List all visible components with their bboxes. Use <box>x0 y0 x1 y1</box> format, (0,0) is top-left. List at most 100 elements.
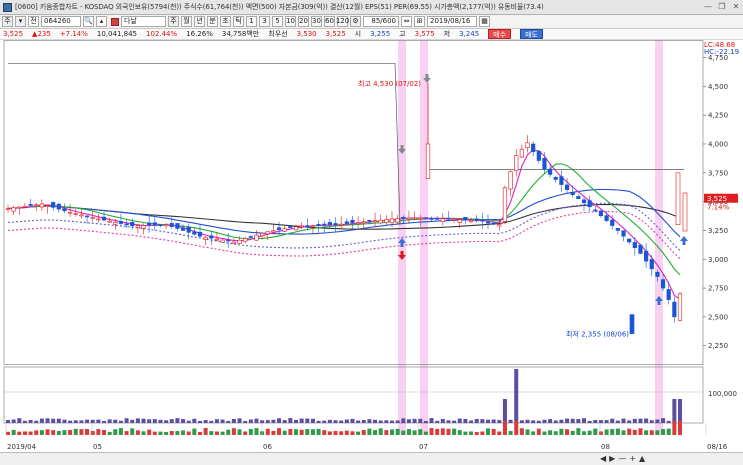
volume-bar <box>85 419 90 423</box>
volume-bar <box>271 419 276 423</box>
period-monthly-button[interactable]: 월 <box>181 16 192 27</box>
scroll-left-button[interactable]: ◀ <box>600 454 606 463</box>
secondary-bar <box>169 431 174 435</box>
secondary-bar <box>34 430 39 435</box>
secondary-bar <box>79 429 84 435</box>
close-button[interactable]: ✕ <box>731 2 741 12</box>
interval-30-button[interactable]: 30 <box>311 16 322 27</box>
candle-body <box>457 219 462 223</box>
price-chart[interactable]: 4,7504,5004,2504,0003,7503,5003,2503,000… <box>0 40 743 452</box>
secondary-bar <box>598 431 603 435</box>
volume-bar <box>322 420 327 423</box>
buy-button[interactable]: 매수 <box>488 29 512 39</box>
secondary-bar <box>644 430 649 435</box>
period-tick-button[interactable]: 틱 <box>233 16 244 27</box>
volume-bar <box>480 419 485 423</box>
secondary-bar <box>440 428 445 435</box>
interval-120-button[interactable]: 120 <box>336 16 349 27</box>
volume-bar <box>130 419 135 423</box>
volume-bar <box>181 419 186 423</box>
turnover-rate: 16.26% <box>186 30 213 38</box>
candle-body <box>260 233 265 237</box>
minimize-button[interactable]: — <box>703 2 713 12</box>
interval-1-button[interactable]: 1 <box>246 16 257 27</box>
volume-bar <box>56 418 61 423</box>
calendar-icon[interactable]: ▦ <box>479 16 490 27</box>
stock-list-arrow[interactable]: ▴ <box>96 16 107 27</box>
candle-body <box>34 204 39 206</box>
scroll-right-button[interactable]: ▶ <box>609 454 615 463</box>
period-second-button[interactable]: 초 <box>220 16 231 27</box>
candle-body <box>327 222 332 226</box>
volume-bar <box>361 420 366 423</box>
interval-20-button[interactable]: 20 <box>298 16 309 27</box>
candle-body <box>497 224 502 227</box>
search-icon[interactable]: 🔍 <box>83 16 94 27</box>
low-label: 저 <box>443 30 451 38</box>
period-yearly-button[interactable]: 년 <box>194 16 205 27</box>
window-title-bar: [0600] 키움종합차트 - KOSDAQ 외국인보유(5794(천)) 주식… <box>0 0 743 15</box>
page-count-field[interactable]: 85/600 <box>363 16 399 27</box>
secondary-bar <box>542 431 547 435</box>
zoom-in-button[interactable]: + <box>629 454 636 463</box>
sell-button[interactable]: 매도 <box>520 29 543 39</box>
volume-bar <box>186 420 191 423</box>
zoom-icon[interactable]: ⇔ <box>401 16 412 27</box>
volume-bar <box>6 420 10 423</box>
stock-code-input[interactable]: 064260 <box>41 16 81 27</box>
volume-bar <box>666 420 671 423</box>
secondary-bar <box>593 428 598 435</box>
volume-bar <box>627 420 632 423</box>
secondary-bar <box>73 428 78 435</box>
volume-bar <box>96 419 101 423</box>
zoom-out-button[interactable]: — <box>618 454 626 463</box>
secondary-bar <box>265 428 270 435</box>
secondary-bar <box>243 431 248 435</box>
price-axis-label: 4,000 <box>708 140 728 148</box>
candle-body <box>389 218 395 224</box>
interval-3-button[interactable]: 3 <box>259 16 270 27</box>
candle-body <box>11 207 16 212</box>
secondary-bar <box>316 428 321 435</box>
date-field[interactable]: 2019/08/16 <box>427 16 477 27</box>
stock-name-field[interactable]: 다날 <box>121 16 166 27</box>
interval-10-button[interactable]: 10 <box>285 16 296 27</box>
candle-body <box>130 222 135 227</box>
candle-body <box>350 219 355 224</box>
volume-bar <box>282 420 287 423</box>
volume-bar <box>632 418 637 423</box>
candle-body <box>316 224 321 226</box>
volume-bar <box>39 418 44 423</box>
restore-button[interactable]: ❐ <box>717 2 727 12</box>
volume-bar <box>45 418 50 423</box>
interval-5-button[interactable]: 5 <box>272 16 283 27</box>
secondary-bar <box>96 429 101 435</box>
settings-icon[interactable]: ⚙ <box>350 16 361 27</box>
chart-tool-icon[interactable]: ⊞ <box>414 16 425 27</box>
volume-bar <box>164 420 169 423</box>
candle-body <box>293 226 299 231</box>
volume-bar <box>661 418 666 423</box>
candle-body <box>576 196 581 200</box>
secondary-bar <box>56 430 61 435</box>
chart-type-arrow[interactable]: ▾ <box>15 16 26 27</box>
volume-bar <box>565 418 570 423</box>
volume-bar <box>288 418 293 423</box>
candle-body <box>5 208 11 210</box>
period-weekly-button[interactable]: 주 <box>168 16 179 27</box>
highlight-band <box>655 40 663 435</box>
prev-button[interactable]: 전 <box>28 16 39 27</box>
secondary-bar <box>418 429 423 435</box>
volume-bar <box>525 419 530 423</box>
scroll-top-button[interactable]: ▲ <box>639 454 645 463</box>
candle-body <box>339 223 344 226</box>
volume-bar <box>469 420 474 423</box>
secondary-bar <box>85 428 90 435</box>
period-minute-button[interactable]: 분 <box>207 16 218 27</box>
chart-type-dropdown[interactable]: 주 <box>2 16 13 27</box>
secondary-bar <box>452 428 457 435</box>
favorite-checkbox[interactable] <box>111 17 119 26</box>
secondary-bar <box>367 428 372 435</box>
secondary-bar <box>519 428 524 435</box>
interval-60-button[interactable]: 60 <box>324 16 335 27</box>
